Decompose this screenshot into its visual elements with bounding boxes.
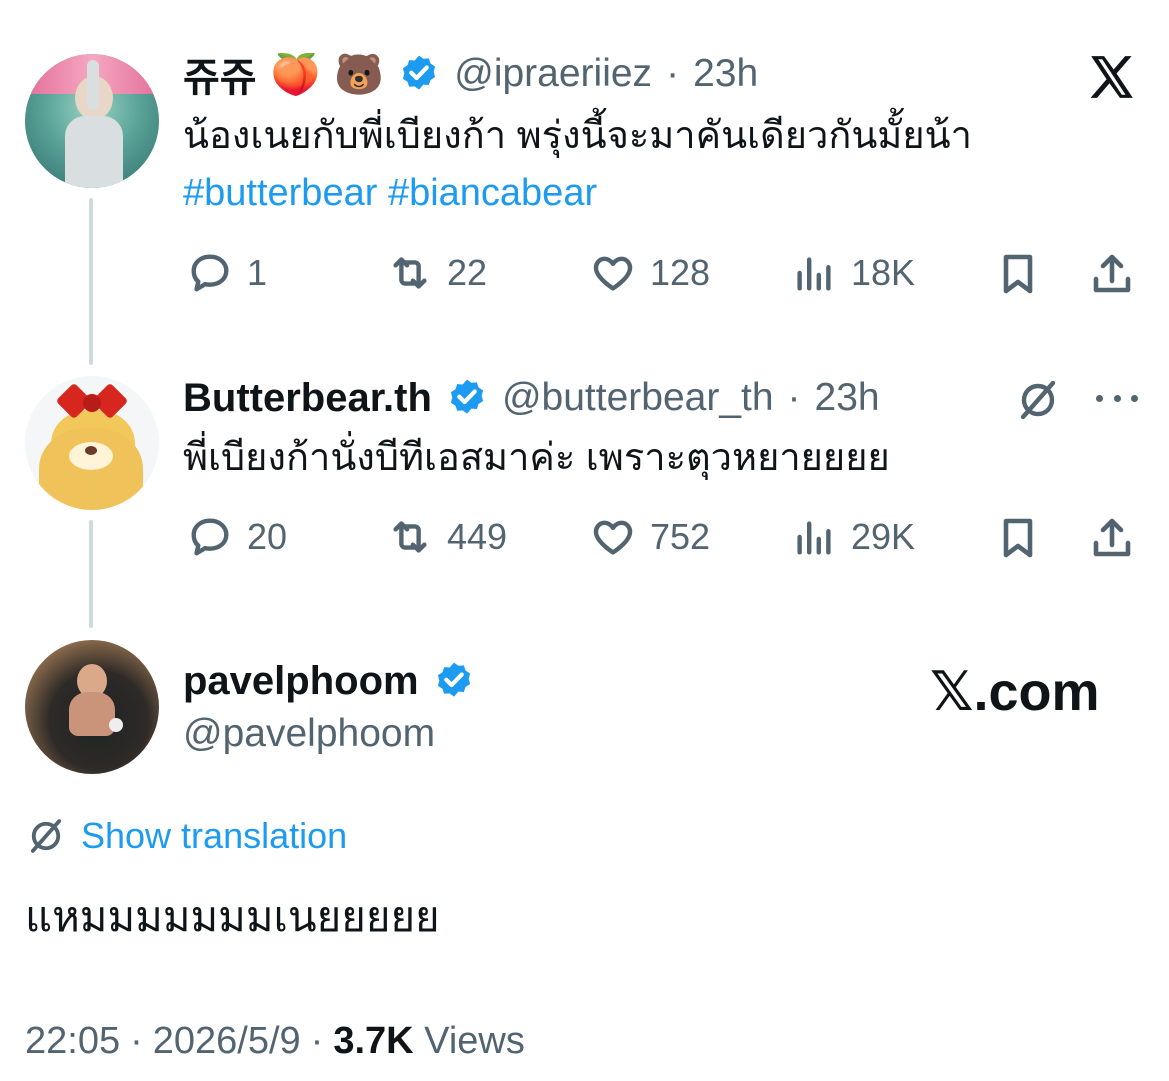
bookmark-icon[interactable]: [994, 514, 1042, 562]
display-name[interactable]: 쥬쥬: [183, 45, 257, 103]
views-label: Views: [424, 1020, 525, 1062]
handle[interactable]: @ipraeriiez: [454, 52, 652, 96]
views-count: 3.7K: [333, 1020, 414, 1062]
share-icon[interactable]: [1088, 514, 1136, 562]
reply-button[interactable]: 1: [187, 250, 267, 296]
views-button[interactable]: 29K: [791, 514, 915, 560]
verified-badge-icon: [403, 55, 436, 90]
handle[interactable]: @pavelphoom: [183, 712, 435, 756]
separator-dot: ·: [666, 52, 680, 95]
show-translation-label[interactable]: Show translation: [81, 815, 347, 857]
views-summary[interactable]: 3.7K Views: [333, 1020, 525, 1063]
avatar[interactable]: [25, 54, 159, 188]
repost-count: 449: [447, 516, 508, 557]
views-count: 18K: [851, 252, 916, 293]
reply-button[interactable]: 20: [187, 514, 287, 560]
reply-icon: [191, 254, 229, 292]
post-date[interactable]: 2026/5/9: [153, 1020, 301, 1063]
like-count: 128: [650, 252, 711, 293]
display-name[interactable]: Butterbear.th: [183, 376, 432, 421]
display-name[interactable]: pavelphoom: [183, 659, 419, 704]
like-count: 752: [650, 516, 711, 557]
like-icon: [593, 520, 633, 555]
post-time[interactable]: 22:05: [25, 1020, 120, 1063]
hashtag-link[interactable]: #biancabear: [388, 172, 597, 214]
views-count: 29K: [851, 516, 916, 557]
bookmark-icon[interactable]: [994, 250, 1042, 298]
repost-icon: [393, 521, 427, 553]
separator-dot: ·: [130, 1020, 143, 1062]
timestamp[interactable]: 23h: [693, 52, 758, 96]
hashtag-link[interactable]: #butterbear: [183, 172, 377, 214]
handle[interactable]: @butterbear_th: [502, 376, 774, 420]
translate-icon: [30, 819, 62, 853]
views-icon: [797, 521, 831, 555]
share-icon[interactable]: [1088, 250, 1136, 298]
like-button[interactable]: 752: [590, 514, 710, 560]
repost-icon: [393, 257, 427, 289]
repost-button[interactable]: 22: [387, 250, 487, 296]
like-button[interactable]: 128: [590, 250, 710, 296]
timestamp[interactable]: 23h: [815, 376, 880, 420]
thread-line: [89, 520, 93, 628]
tweet-meta: 22:05 · 2026/5/9 · 3.7K Views: [25, 1020, 525, 1063]
bear-emoji: 🐻: [334, 51, 385, 98]
separator-dot: ·: [310, 1020, 324, 1062]
x-com-watermark: 𝕏.com: [930, 662, 1100, 722]
reply-icon: [191, 518, 229, 556]
avatar[interactable]: [25, 640, 159, 774]
translate-icon[interactable]: [1014, 376, 1062, 424]
verified-badge-icon: [450, 379, 484, 414]
show-translation-button[interactable]: Show translation: [25, 812, 347, 860]
separator-dot: ·: [787, 376, 801, 419]
repost-button[interactable]: 449: [387, 514, 507, 560]
reply-count: 1: [247, 252, 268, 293]
views-icon: [797, 257, 831, 291]
tweet-text: น้องเนยกับพี่เบียงก้า พรุ่งนี้จะมาคันเดี…: [183, 115, 972, 157]
like-icon: [593, 256, 633, 291]
tweet-text: พี่เบียงก้านั่งบีทีเอสมาค่ะ เพราะตุวหยาย…: [183, 437, 890, 479]
peach-emoji: 🍑: [270, 51, 321, 98]
repost-count: 22: [447, 252, 488, 293]
thread-line: [89, 198, 93, 365]
x-logo-icon[interactable]: [1087, 52, 1137, 102]
reply-count: 20: [247, 516, 288, 557]
views-button[interactable]: 18K: [791, 250, 915, 296]
more-icon[interactable]: [1096, 393, 1138, 403]
tweet-text: แหมมมมมมมเนยยยยย: [25, 893, 440, 940]
avatar[interactable]: [25, 376, 159, 510]
verified-badge-icon: [437, 662, 470, 697]
